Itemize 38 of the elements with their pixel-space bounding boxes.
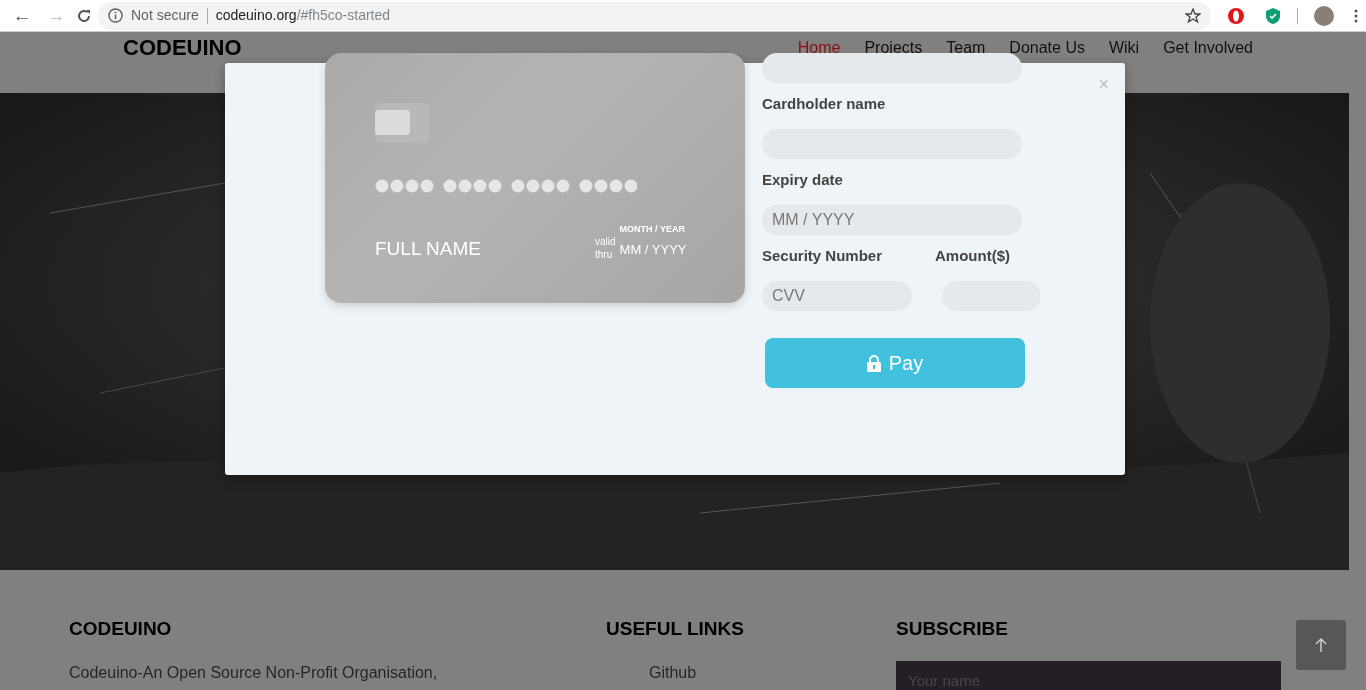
valid-label: valid	[595, 234, 616, 248]
nav-link[interactable]: Wiki	[1108, 40, 1140, 56]
nav-link[interactable]: Team	[946, 40, 986, 56]
nav-link[interactable]: Get Involved	[1163, 40, 1253, 56]
field-label: Amount($)	[935, 246, 1010, 266]
footer-heading: USEFUL LINKS	[606, 618, 745, 641]
shield-icon[interactable]	[1265, 6, 1281, 25]
address-bar[interactable]: Not secure codeuino.org/#fh5co-started	[98, 1, 1211, 30]
nav-link[interactable]: Donate Us	[1009, 40, 1085, 56]
lock-icon	[866, 354, 881, 372]
chip-icon	[375, 103, 430, 143]
field-label: Expiry date	[762, 170, 844, 190]
field-label: Security Number	[762, 246, 884, 266]
info-icon	[108, 8, 123, 23]
nav-link[interactable]: Projects	[864, 40, 923, 56]
reload-icon[interactable]	[76, 7, 92, 24]
back-button[interactable]: ←	[8, 1, 36, 30]
menu-icon[interactable]	[1354, 8, 1358, 23]
expiry-text: MM / YYYY	[619, 241, 687, 257]
nav-link[interactable]: Home	[797, 40, 841, 56]
cardholder-name-text: FULL NAME	[375, 237, 481, 261]
star-icon[interactable]	[1185, 7, 1201, 24]
extension-icon[interactable]	[1227, 6, 1245, 25]
input-field[interactable]: MM / YYYY	[762, 205, 1022, 235]
footer-link[interactable]: Github	[649, 660, 697, 685]
avatar-icon[interactable]	[1314, 5, 1334, 26]
up-arrow-icon	[1315, 638, 1327, 652]
field-label: Cardholder name	[762, 94, 887, 114]
footer-heading: CODEUINO	[69, 618, 173, 641]
card-number-input-field[interactable]	[762, 53, 1022, 83]
footer-text: Codeuino-An Open Source Non-Profit Organisation,	[69, 662, 439, 683]
footer-heading: SUBSCRIBE	[896, 618, 1009, 641]
thru-label: thru	[595, 247, 614, 261]
expiry-caption: MONTH / YEAR	[619, 223, 686, 236]
input-field[interactable]: CVV	[762, 281, 912, 311]
url-text: codeuino.org/#fh5co-started	[215, 6, 391, 25]
brand-logo[interactable]: CODEUINO	[123, 37, 242, 59]
security-label: Not secure	[131, 6, 199, 25]
